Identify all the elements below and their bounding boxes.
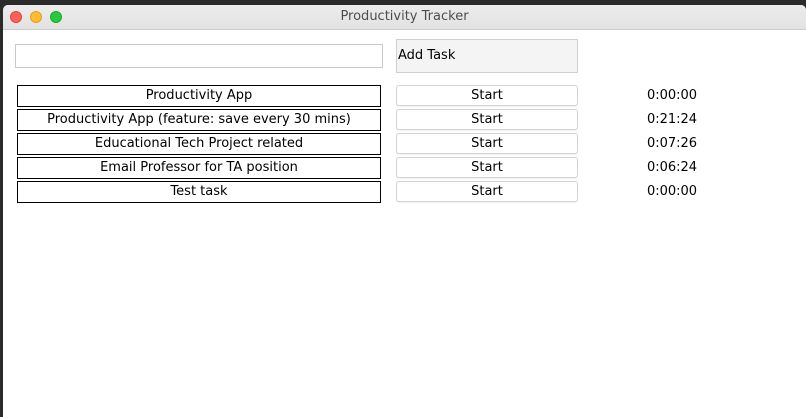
task-name: Productivity App xyxy=(17,85,381,107)
task-timer: 0:06:24 xyxy=(646,160,698,175)
start-button[interactable]: Start xyxy=(396,157,578,178)
add-task-button[interactable]: Add Task xyxy=(396,39,578,73)
task-name: Productivity App (feature: save every 30… xyxy=(17,109,381,131)
start-button[interactable]: Start xyxy=(396,181,578,202)
task-row: Productivity App (feature: save every 30… xyxy=(17,109,806,131)
start-button[interactable]: Start xyxy=(396,133,578,154)
window-title: Productivity Tracker xyxy=(340,9,469,24)
task-row: Educational Tech Project related Start 0… xyxy=(17,133,806,155)
task-name: Test task xyxy=(17,181,381,203)
title-bar[interactable]: Productivity Tracker xyxy=(3,5,806,30)
task-timer: 0:00:00 xyxy=(646,184,698,199)
task-timer: 0:00:00 xyxy=(646,88,698,103)
task-name: Educational Tech Project related xyxy=(17,133,381,155)
task-row: Email Professor for TA position Start 0:… xyxy=(17,157,806,179)
start-button[interactable]: Start xyxy=(396,109,578,130)
task-timer: 0:21:24 xyxy=(646,112,698,127)
task-name: Email Professor for TA position xyxy=(17,157,381,179)
app-window: Productivity Tracker Add Task Productivi… xyxy=(3,5,806,417)
task-name-input[interactable] xyxy=(15,44,383,68)
task-row: Test task Start 0:00:00 xyxy=(17,181,806,203)
task-row: Productivity App Start 0:00:00 xyxy=(17,85,806,107)
task-timer: 0:07:26 xyxy=(646,136,698,151)
start-button[interactable]: Start xyxy=(396,85,578,106)
